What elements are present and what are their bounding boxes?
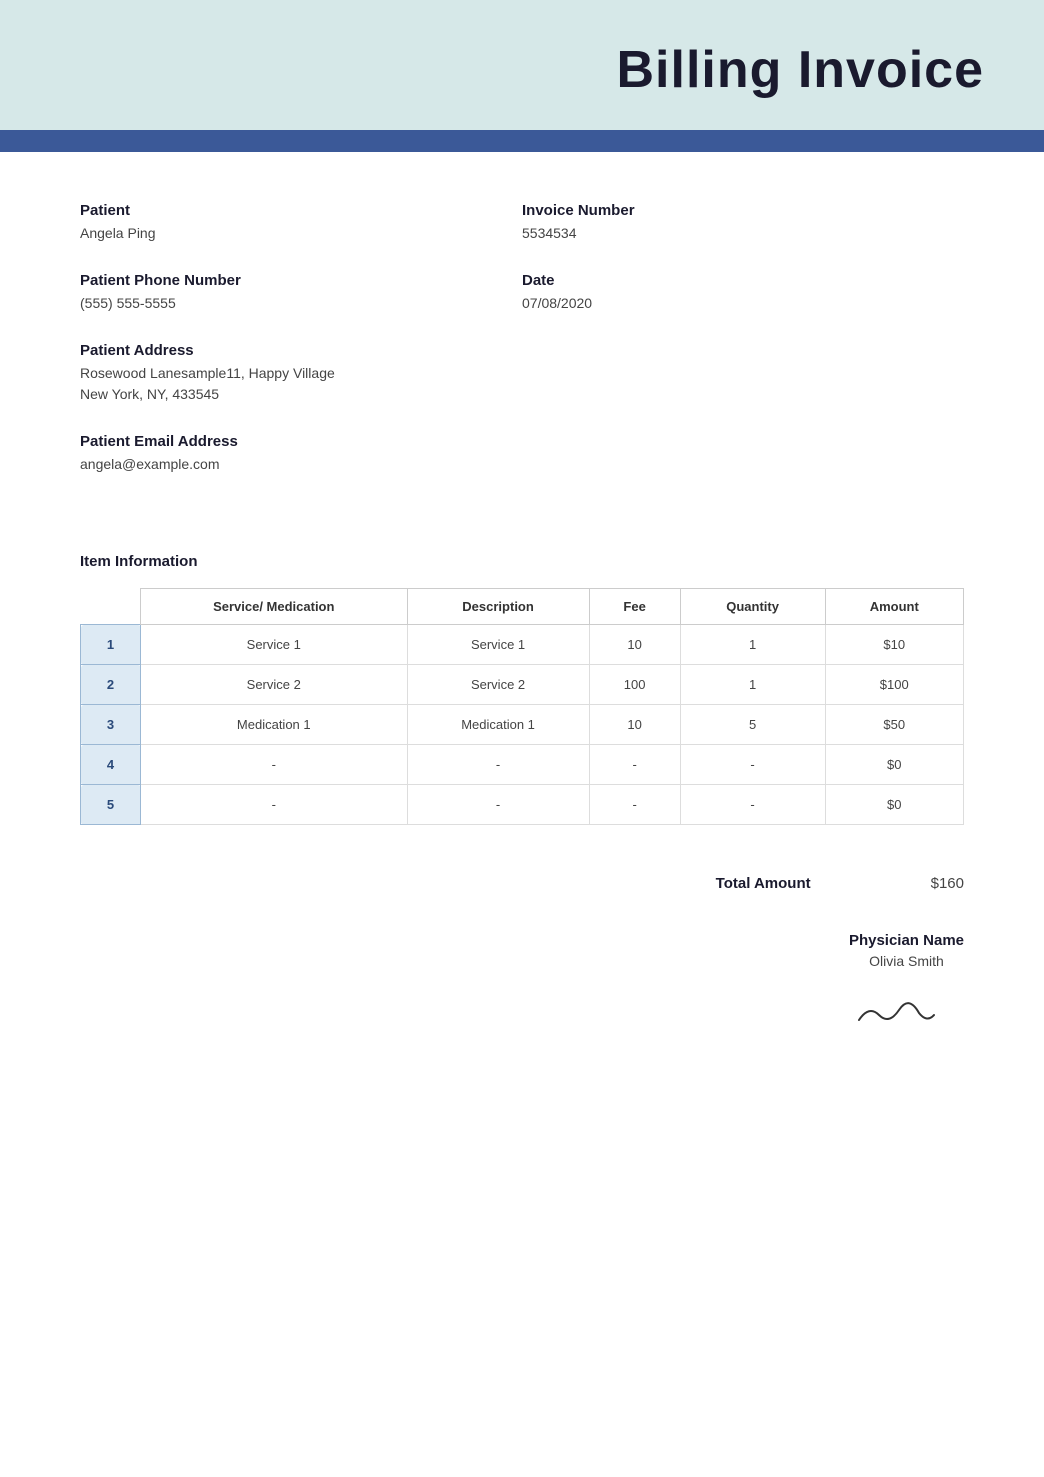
row-fee: -: [589, 785, 680, 825]
col-service: Service/ Medication: [141, 589, 408, 625]
row-service: Service 2: [141, 665, 408, 705]
row-num: 4: [81, 745, 141, 785]
page-title: Billing Invoice: [60, 40, 984, 100]
info-left: Patient Angela Ping Patient Phone Number…: [80, 202, 522, 503]
invoice-number-block: Invoice Number 5534534: [522, 202, 964, 244]
total-value: $160: [931, 875, 964, 892]
patient-address-line1: Rosewood Lanesample11, Happy Village: [80, 363, 522, 384]
patient-address-line2: New York, NY, 433545: [80, 384, 522, 405]
row-num: 2: [81, 665, 141, 705]
items-table: Service/ Medication Description Fee Quan…: [80, 588, 964, 825]
table-row: 2 Service 2 Service 2 100 1 $100: [81, 665, 964, 705]
patient-email: angela@example.com: [80, 454, 522, 475]
row-quantity: 1: [680, 665, 825, 705]
patient-phone: (555) 555-5555: [80, 293, 522, 314]
row-quantity: 1: [680, 625, 825, 665]
row-amount: $0: [825, 745, 963, 785]
row-description: Service 2: [407, 665, 589, 705]
row-description: Medication 1: [407, 705, 589, 745]
row-description: -: [407, 745, 589, 785]
physician-block: Physician Name Olivia Smith: [849, 932, 964, 1035]
row-amount: $100: [825, 665, 963, 705]
info-section: Patient Angela Ping Patient Phone Number…: [0, 152, 1044, 533]
row-quantity: 5: [680, 705, 825, 745]
row-num: 5: [81, 785, 141, 825]
patient-label: Patient: [80, 202, 522, 219]
row-fee: 100: [589, 665, 680, 705]
row-service: -: [141, 745, 408, 785]
patient-name: Angela Ping: [80, 223, 522, 244]
col-amount: Amount: [825, 589, 963, 625]
row-quantity: -: [680, 745, 825, 785]
row-service: -: [141, 785, 408, 825]
table-row: 5 - - - - $0: [81, 785, 964, 825]
row-service: Medication 1: [141, 705, 408, 745]
info-right: Invoice Number 5534534 Date 07/08/2020: [522, 202, 964, 503]
row-service: Service 1: [141, 625, 408, 665]
patient-block: Patient Angela Ping: [80, 202, 522, 244]
patient-email-block: Patient Email Address angela@example.com: [80, 433, 522, 475]
row-description: Service 1: [407, 625, 589, 665]
invoice-number-label: Invoice Number: [522, 202, 964, 219]
total-section: Total Amount $160: [0, 855, 1044, 922]
col-quantity: Quantity: [680, 589, 825, 625]
patient-address-label: Patient Address: [80, 342, 522, 359]
patient-address-block: Patient Address Rosewood Lanesample11, H…: [80, 342, 522, 405]
row-description: -: [407, 785, 589, 825]
header-top: Billing Invoice: [0, 0, 1044, 130]
physician-section: Physician Name Olivia Smith: [0, 922, 1044, 1065]
header-bar: [0, 130, 1044, 152]
invoice-number: 5534534: [522, 223, 964, 244]
items-title: Item Information: [80, 553, 964, 570]
physician-label: Physician Name: [849, 932, 964, 949]
row-quantity: -: [680, 785, 825, 825]
table-header-row: Service/ Medication Description Fee Quan…: [81, 589, 964, 625]
items-section: Item Information Service/ Medication Des…: [0, 533, 1044, 855]
row-num: 1: [81, 625, 141, 665]
row-fee: -: [589, 745, 680, 785]
row-amount: $50: [825, 705, 963, 745]
patient-phone-label: Patient Phone Number: [80, 272, 522, 289]
invoice-date: 07/08/2020: [522, 293, 964, 314]
table-body: 1 Service 1 Service 1 10 1 $10 2 Service…: [81, 625, 964, 825]
row-fee: 10: [589, 705, 680, 745]
row-amount: $10: [825, 625, 963, 665]
col-description: Description: [407, 589, 589, 625]
row-num: 3: [81, 705, 141, 745]
invoice-date-block: Date 07/08/2020: [522, 272, 964, 314]
physician-name: Olivia Smith: [849, 953, 964, 969]
col-fee: Fee: [589, 589, 680, 625]
patient-phone-block: Patient Phone Number (555) 555-5555: [80, 272, 522, 314]
table-row: 1 Service 1 Service 1 10 1 $10: [81, 625, 964, 665]
page: Billing Invoice Patient Angela Ping Pati…: [0, 0, 1044, 1477]
patient-email-label: Patient Email Address: [80, 433, 522, 450]
row-fee: 10: [589, 625, 680, 665]
col-num: [81, 589, 141, 625]
total-label: Total Amount: [716, 875, 811, 892]
table-header: Service/ Medication Description Fee Quan…: [81, 589, 964, 625]
invoice-date-label: Date: [522, 272, 964, 289]
table-row: 3 Medication 1 Medication 1 10 5 $50: [81, 705, 964, 745]
signature-icon: [849, 985, 949, 1035]
table-row: 4 - - - - $0: [81, 745, 964, 785]
row-amount: $0: [825, 785, 963, 825]
